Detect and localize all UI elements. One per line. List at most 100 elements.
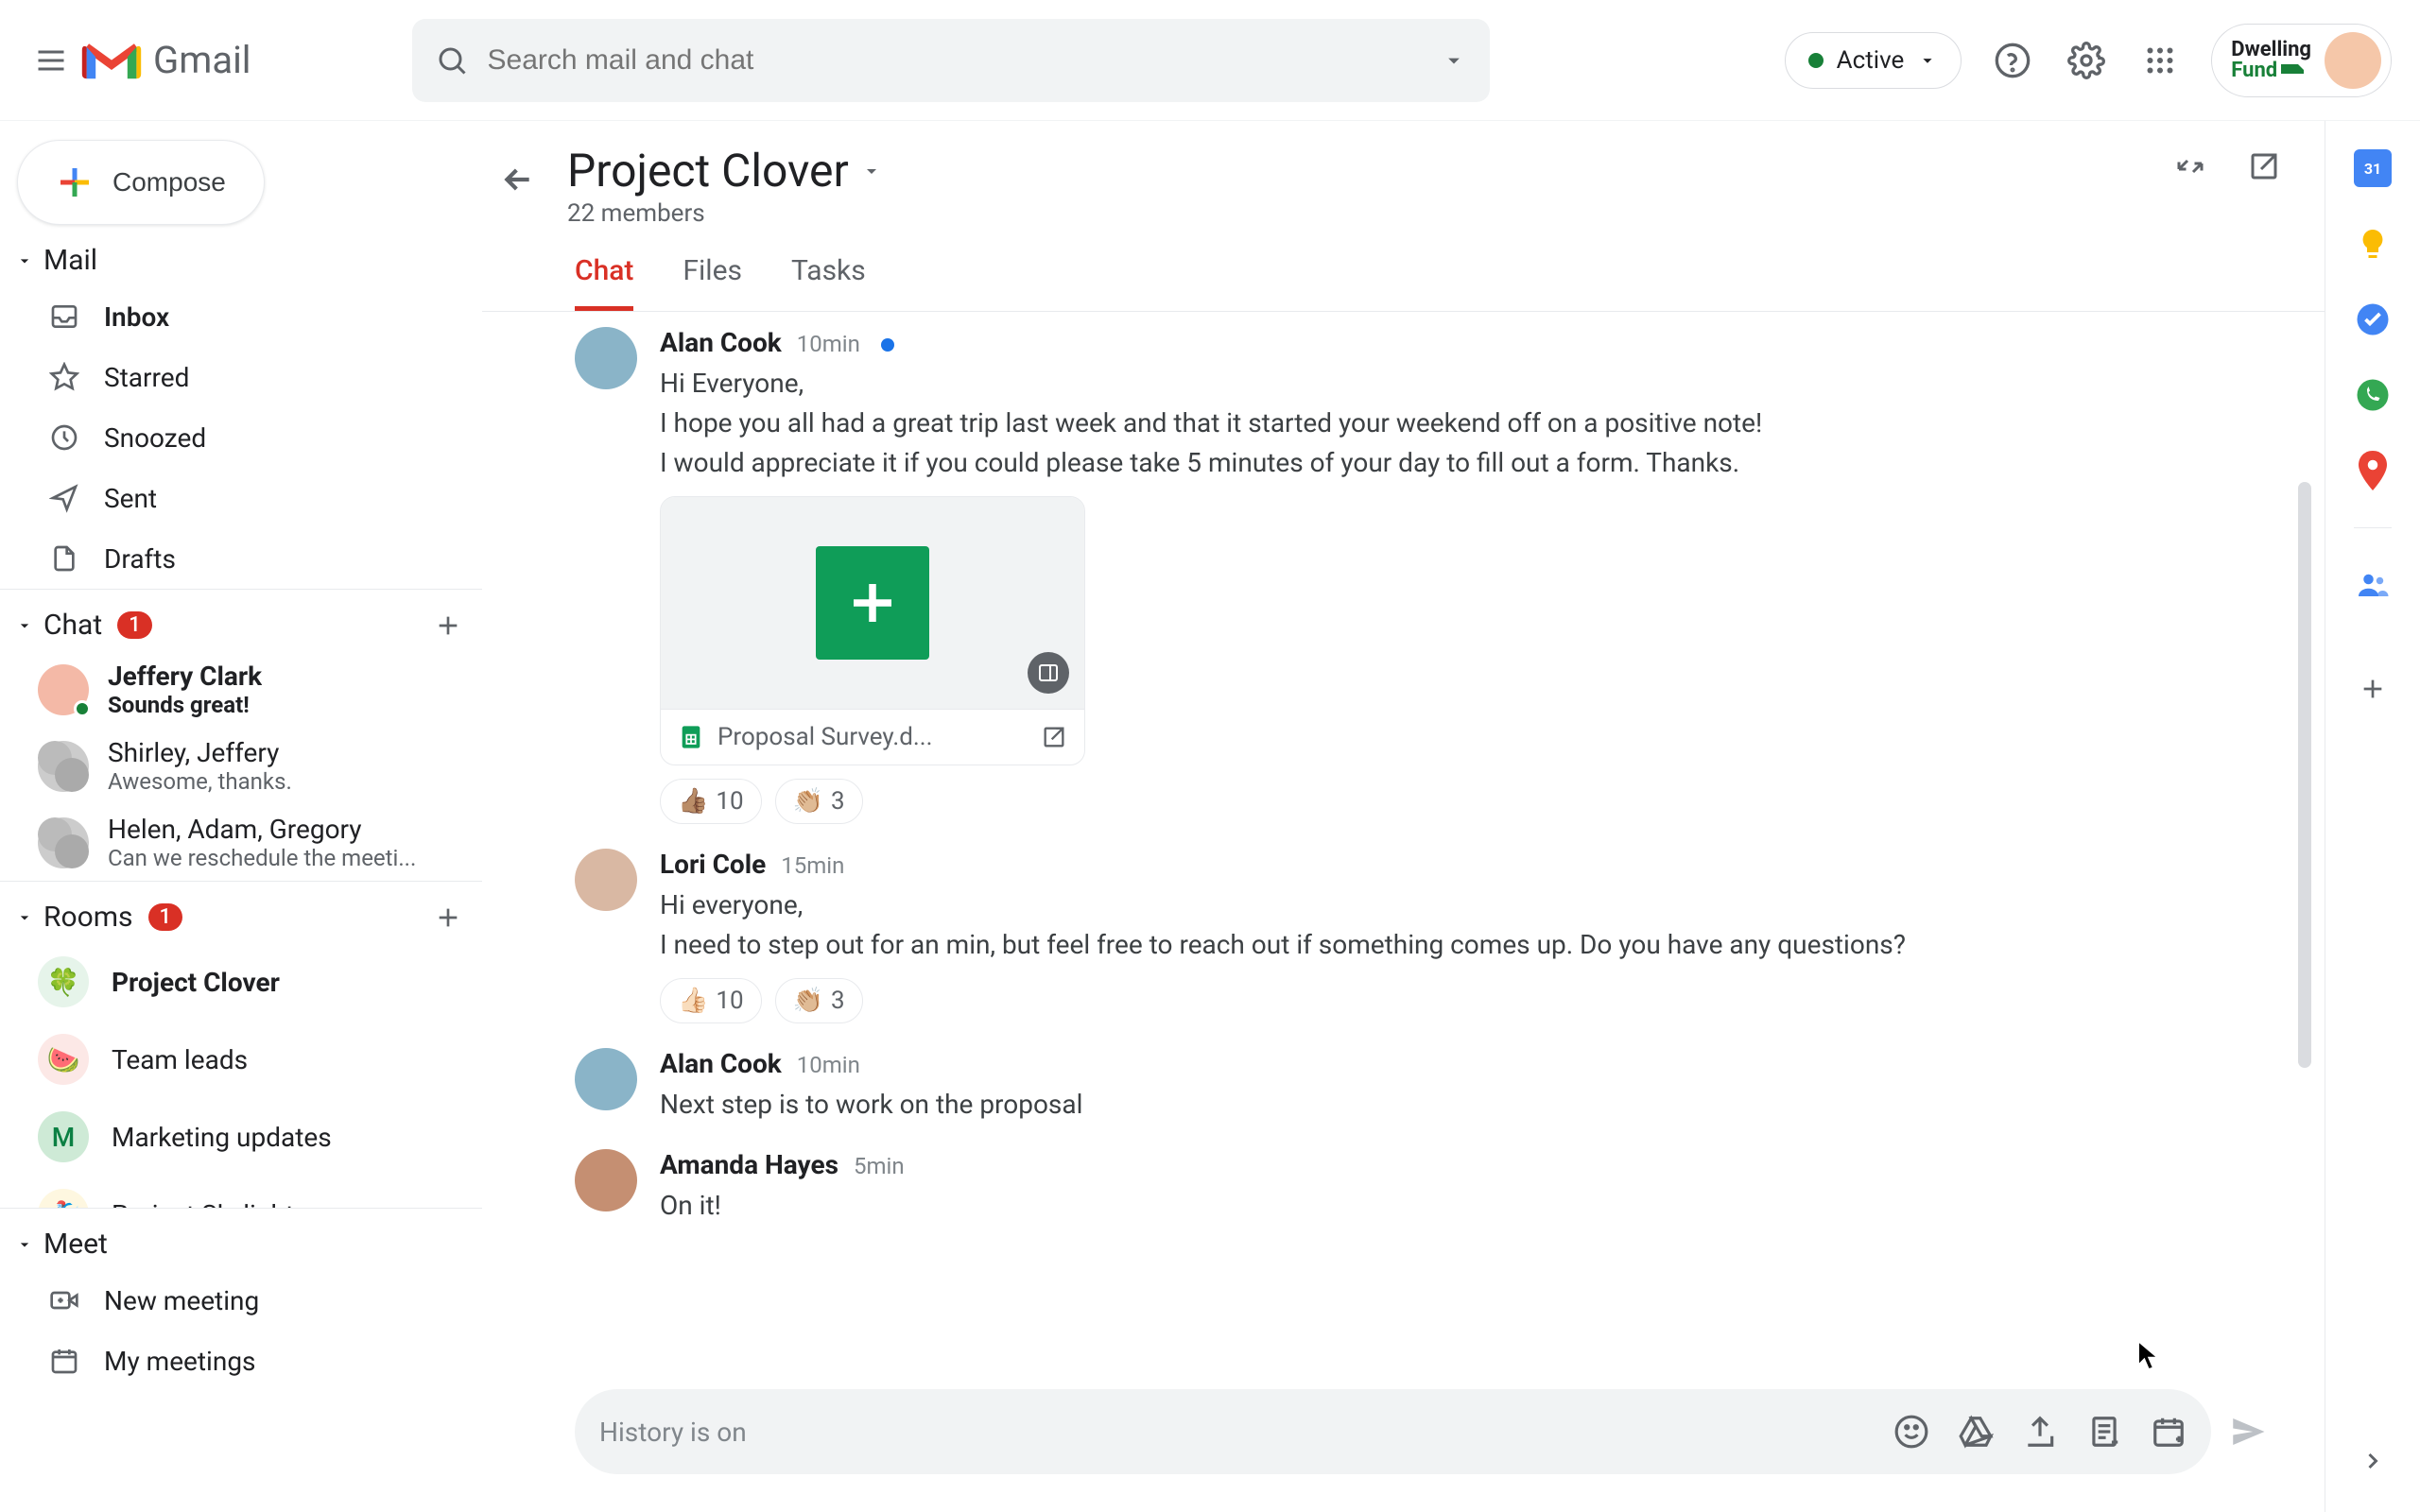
docs-icon[interactable] xyxy=(2086,1414,2122,1450)
draft-icon xyxy=(49,543,79,574)
reaction-chip[interactable]: 👏🏼3 xyxy=(775,978,863,1023)
main-content: Project Clover 22 members Chat Files Tas… xyxy=(482,121,2325,1512)
support-button[interactable] xyxy=(1990,38,2035,83)
sidepanel-keep[interactable] xyxy=(2354,225,2392,263)
nav-my-meetings[interactable]: My meetings xyxy=(0,1331,482,1391)
room-project-clover[interactable]: 🍀 Project Clover xyxy=(0,943,482,1021)
message-avatar xyxy=(575,1149,637,1211)
collapse-panel-button[interactable] xyxy=(2168,144,2213,189)
nav-snoozed[interactable]: Snoozed xyxy=(0,407,482,468)
message-time: 10min xyxy=(797,331,860,357)
open-new-window-button[interactable] xyxy=(2241,144,2287,189)
collapse-icon xyxy=(15,1235,34,1254)
nav-drafts[interactable]: Drafts xyxy=(0,528,482,589)
user-avatar xyxy=(2325,32,2381,89)
back-button[interactable] xyxy=(492,153,544,206)
status-label: Active xyxy=(1837,46,1905,75)
reaction-chip[interactable]: 👍🏽10 xyxy=(660,779,762,824)
calendar-schedule-icon[interactable] xyxy=(2151,1414,2187,1450)
tab-files[interactable]: Files xyxy=(683,254,742,311)
left-sidebar: Compose Mail Inbox Starred Snoozed Sent xyxy=(0,121,482,1512)
chat-conversation[interactable]: Jeffery Clark Sounds great! xyxy=(0,651,482,728)
compose-input-wrap[interactable]: History is on xyxy=(575,1389,2211,1474)
attachment-card[interactable]: Proposal Survey.d... xyxy=(660,496,1085,765)
room-skylight[interactable]: 🏂 Project Skylight xyxy=(0,1176,482,1208)
composer-placeholder: History is on xyxy=(599,1417,747,1448)
emoji-icon[interactable] xyxy=(1893,1414,1929,1450)
upload-icon[interactable] xyxy=(2022,1414,2058,1450)
plus-icon xyxy=(433,902,463,933)
reaction-chip[interactable]: 👏🏼3 xyxy=(775,779,863,824)
rooms-section-body: 🍀 Project Clover 🍉 Team leads M Marketin… xyxy=(0,943,482,1208)
tab-tasks[interactable]: Tasks xyxy=(791,254,866,311)
scrollbar[interactable] xyxy=(2298,482,2311,1068)
maps-pin-icon xyxy=(2356,451,2390,490)
meet-section-header[interactable]: Meet xyxy=(0,1209,482,1270)
message-author: Amanda Hayes xyxy=(660,1149,838,1180)
drive-icon[interactable] xyxy=(1958,1414,1994,1450)
chat-message: Amanda Hayes 5min On it! xyxy=(575,1149,2268,1226)
plus-icon xyxy=(433,610,463,641)
nav-starred[interactable]: Starred xyxy=(0,347,482,407)
gmail-logo[interactable]: Gmail xyxy=(81,38,251,83)
send-button[interactable] xyxy=(2228,1412,2268,1452)
app-name: Gmail xyxy=(153,38,251,82)
new-chat-button[interactable] xyxy=(433,610,463,641)
rooms-section-header[interactable]: Rooms 1 xyxy=(0,882,482,943)
room-letter-icon: M xyxy=(38,1111,89,1162)
chat-message: Lori Cole 15min Hi everyone, I need to s… xyxy=(575,849,2268,1023)
nav-inbox[interactable]: Inbox xyxy=(0,286,482,347)
messages-pane[interactable]: Alan Cook 10min Hi Everyone, I hope you … xyxy=(482,312,2325,1366)
mail-section-header[interactable]: Mail xyxy=(0,225,482,286)
apps-button[interactable] xyxy=(2137,38,2183,83)
message-time: 10min xyxy=(797,1052,860,1078)
attachment-preview-button[interactable] xyxy=(1028,652,1069,694)
nav-sent[interactable]: Sent xyxy=(0,468,482,528)
send-icon xyxy=(49,483,79,513)
sidepanel-contacts[interactable] xyxy=(2354,566,2392,604)
chat-avatar xyxy=(38,741,89,792)
new-indicator-icon xyxy=(881,338,894,352)
room-team-leads[interactable]: 🍉 Team leads xyxy=(0,1021,482,1098)
chat-section-header[interactable]: Chat 1 xyxy=(0,590,482,651)
compose-plus-icon xyxy=(56,163,94,201)
message-author: Lori Cole xyxy=(660,849,766,880)
room-emoji-icon: 🍉 xyxy=(38,1034,89,1085)
chat-conversation[interactable]: Shirley, Jeffery Awesome, thanks. xyxy=(0,728,482,804)
room-emoji-icon: 🏂 xyxy=(38,1189,89,1208)
chat-avatar xyxy=(38,817,89,868)
chat-message: Alan Cook 10min Next step is to work on … xyxy=(575,1048,2268,1125)
nav-new-meeting[interactable]: New meeting xyxy=(0,1270,482,1331)
sidepanel-calendar[interactable]: 31 xyxy=(2354,149,2392,187)
right-sidepanel: 31 xyxy=(2325,121,2420,1512)
room-marketing[interactable]: M Marketing updates xyxy=(0,1098,482,1176)
compose-button[interactable]: Compose xyxy=(17,140,265,225)
arrow-left-icon xyxy=(499,161,537,198)
sidepanel-add[interactable] xyxy=(2354,670,2392,708)
tasks-icon xyxy=(2356,302,2390,336)
reaction-chip[interactable]: 👍🏻10 xyxy=(660,978,762,1023)
search-options-icon[interactable] xyxy=(1441,47,1467,74)
sidepanel-contacts-phone[interactable] xyxy=(2354,376,2392,414)
main-menu-button[interactable] xyxy=(28,38,74,83)
room-header: Project Clover 22 members xyxy=(482,121,2325,235)
tab-chat[interactable]: Chat xyxy=(575,254,633,311)
video-plus-icon xyxy=(49,1285,79,1315)
reactions: 👍🏻10 👏🏼3 xyxy=(660,978,2268,1023)
brand-logo: Dwelling Fund xyxy=(2231,40,2311,81)
status-chip[interactable]: Active xyxy=(1785,32,1962,89)
search-bar[interactable] xyxy=(412,19,1490,102)
phone-circle-icon xyxy=(2356,378,2390,412)
chevron-down-icon[interactable] xyxy=(860,160,883,182)
sidepanel-tasks[interactable] xyxy=(2354,301,2392,338)
sidepanel-collapse-button[interactable] xyxy=(2360,1448,2386,1474)
collapse-icon xyxy=(2173,149,2207,183)
sidepanel-maps[interactable] xyxy=(2354,452,2392,490)
account-chip[interactable]: Dwelling Fund xyxy=(2211,24,2392,97)
settings-button[interactable] xyxy=(2064,38,2109,83)
search-input[interactable] xyxy=(488,44,1441,77)
open-external-icon[interactable] xyxy=(1041,724,1067,750)
new-room-button[interactable] xyxy=(433,902,463,933)
chat-conversation[interactable]: Helen, Adam, Gregory Can we reschedule t… xyxy=(0,804,482,881)
collapse-icon xyxy=(15,616,34,635)
